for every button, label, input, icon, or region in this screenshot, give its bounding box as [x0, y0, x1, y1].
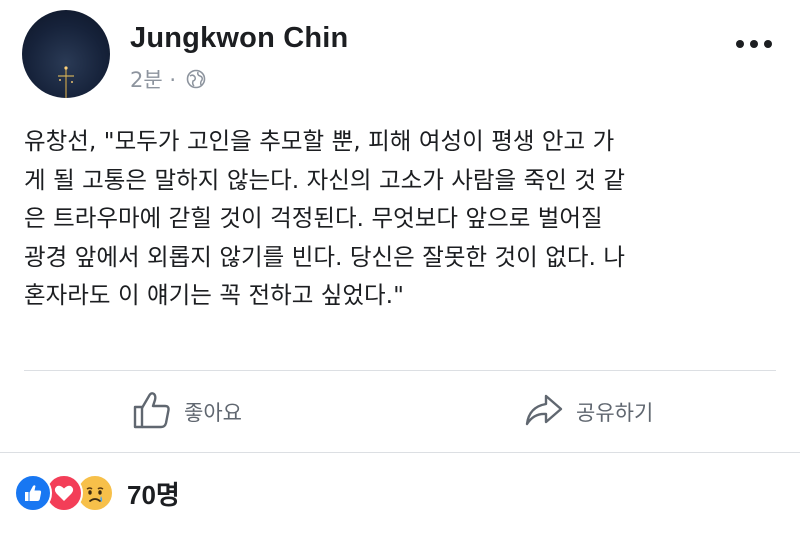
- thumbs-up-icon: [132, 391, 172, 434]
- post-text-line: 혼자라도 이 얘기는 꼭 전하고 싶었다.": [24, 281, 404, 309]
- like-button-label: 좋아요: [184, 401, 242, 425]
- share-arrow-icon: [524, 393, 564, 432]
- more-dot-icon: [764, 40, 772, 48]
- post-text-line: 은 트라우마에 갇힐 것이 걱정된다. 무엇보다 앞으로 벌어질: [24, 204, 603, 232]
- like-reaction-icon: [14, 474, 52, 512]
- more-options-button[interactable]: [736, 40, 772, 48]
- share-button[interactable]: 공유하기: [524, 386, 653, 438]
- post-timestamp[interactable]: 2분 ·: [130, 64, 176, 94]
- post-text-line: 광경 앞에서 외롭지 않기를 빈다. 당신은 잘못한 것이 없다. 나: [24, 242, 626, 271]
- post-text-line: 게 될 고통은 말하지 않는다. 자신의 고소가 사람을 죽인 것 같: [24, 165, 626, 194]
- post-text-line: 유창선, "모두가 고인을 추모할 뿐, 피해 여성이 평생 안고 가: [24, 127, 615, 155]
- divider: [0, 452, 800, 453]
- like-button[interactable]: 좋아요: [132, 386, 242, 438]
- globe-icon: [186, 69, 206, 89]
- avatar-image: [58, 66, 74, 98]
- reactions-summary[interactable]: 70명: [14, 474, 180, 512]
- share-button-label: 공유하기: [576, 401, 654, 425]
- avatar[interactable]: [22, 10, 110, 98]
- reaction-count[interactable]: 70명: [127, 475, 180, 512]
- divider: [24, 370, 776, 371]
- post-author-name[interactable]: Jungkwon Chin: [130, 22, 348, 55]
- more-dot-icon: [750, 40, 758, 48]
- post-text: 유창선, "모두가 고인을 추모할 뿐, 피해 여성이 평생 안고 가 게 될 …: [24, 122, 776, 315]
- more-dot-icon: [736, 40, 744, 48]
- post-meta: 2분 ·: [130, 64, 206, 94]
